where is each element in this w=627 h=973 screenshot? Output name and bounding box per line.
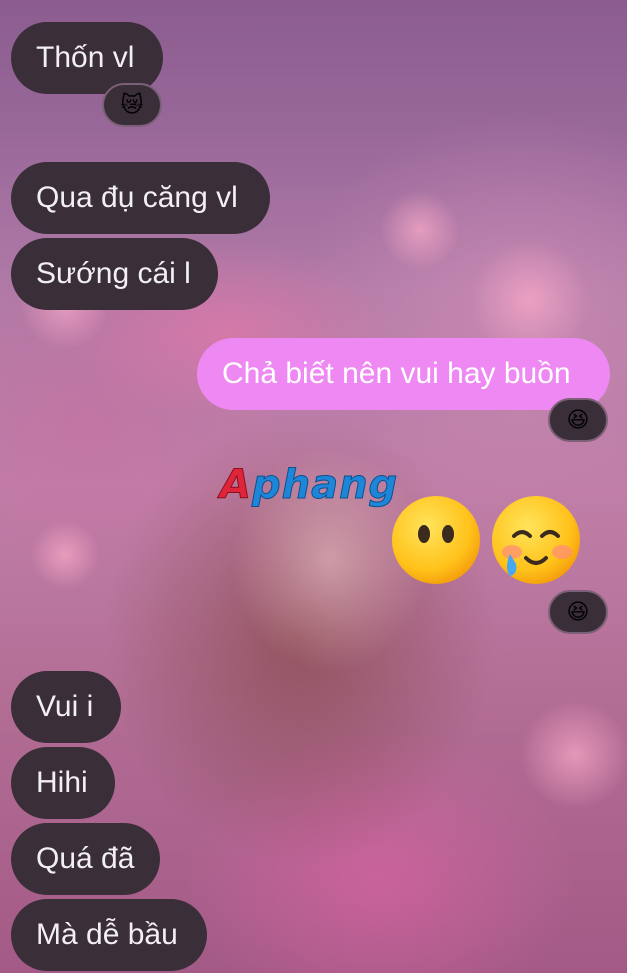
message-bubble-incoming[interactable]: Hihi	[11, 747, 115, 819]
laughing-face-icon: 😆	[566, 407, 590, 432]
reaction-badge[interactable]: 😿	[102, 83, 162, 127]
message-bubble-outgoing[interactable]: Chả biết nên vui hay buồn	[197, 338, 610, 410]
message-bubble-incoming[interactable]: Sướng cái l	[11, 238, 218, 310]
laughing-face-icon: 😆	[566, 599, 590, 624]
reaction-badge[interactable]: 😆	[548, 590, 608, 634]
crying-cat-icon: 😿	[120, 92, 144, 117]
message-bubble-incoming[interactable]: Quá đã	[11, 823, 160, 895]
message-bubble-incoming[interactable]: Mà dễ bầu	[11, 899, 207, 971]
no-mouth-face-emoji[interactable]	[390, 494, 482, 586]
watermark-logo: Aphang	[220, 462, 399, 509]
message-bubble-incoming[interactable]: Qua đụ căng vl	[11, 162, 270, 234]
reaction-badge[interactable]: 😆	[548, 398, 608, 442]
face-holding-back-tears-emoji[interactable]	[490, 494, 582, 586]
message-bubble-incoming[interactable]: Vui i	[11, 671, 121, 743]
